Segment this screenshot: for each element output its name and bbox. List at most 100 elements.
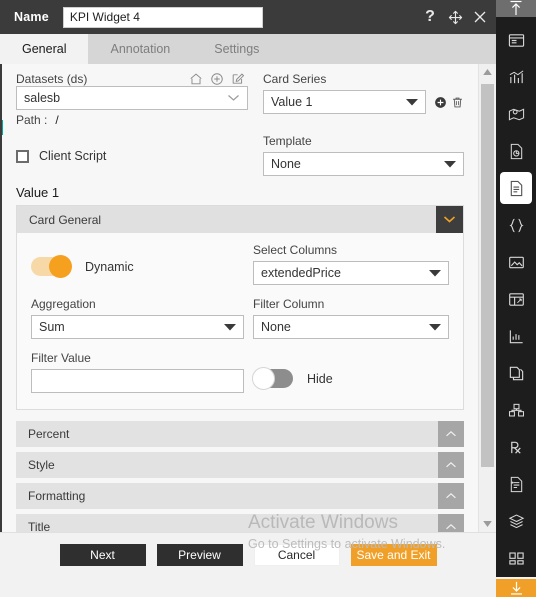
tab-settings[interactable]: Settings <box>192 34 281 64</box>
rail-item-cubes[interactable] <box>500 394 532 426</box>
rail-item-analytics[interactable] <box>500 320 532 352</box>
datasets-select[interactable]: salesb <box>16 86 248 110</box>
aggregation-label: Aggregation <box>31 297 96 311</box>
kpi-widget-editor: Name ? General Annotation Settings <box>0 0 536 597</box>
right-icon-rail <box>496 0 536 597</box>
rail-item-image[interactable] <box>500 246 532 278</box>
tab-annotation[interactable]: Annotation <box>88 34 192 64</box>
dynamic-toggle-row[interactable]: Dynamic <box>31 255 244 278</box>
hide-toggle[interactable] <box>252 367 293 390</box>
scrollbar-thumb[interactable] <box>481 84 494 467</box>
filter-column-select[interactable]: None <box>253 315 449 339</box>
save-and-exit-button[interactable]: Save and Exit <box>350 544 437 566</box>
help-icon[interactable]: ? <box>422 8 438 26</box>
template-select[interactable]: None <box>263 152 464 176</box>
accordion-percent[interactable]: Percent <box>16 421 464 447</box>
close-icon[interactable] <box>472 8 488 26</box>
rail-item-layers[interactable] <box>500 505 532 537</box>
hide-toggle-knob <box>252 367 275 390</box>
dynamic-toggle-knob <box>49 255 72 278</box>
vertical-scrollbar[interactable] <box>478 64 496 532</box>
client-script-label: Client Script <box>39 149 107 163</box>
preview-button[interactable]: Preview <box>156 544 243 566</box>
filter-value-input[interactable] <box>31 369 244 393</box>
rail-item-table[interactable] <box>500 283 532 315</box>
rail-item-grid-blocks[interactable] <box>500 542 532 574</box>
filter-column-group: Filter Column None <box>244 297 449 339</box>
rail-item-bar-chart[interactable] <box>500 61 532 93</box>
datasets-column: Datasets (ds) salesb Path: / Client Scr… <box>16 72 248 176</box>
scrollbar-track[interactable] <box>479 80 496 516</box>
chevron-down-icon <box>224 323 236 331</box>
move-icon[interactable] <box>447 8 463 26</box>
delete-series-button[interactable] <box>451 96 464 109</box>
scroll-up-arrow[interactable] <box>483 64 492 80</box>
home-icon[interactable] <box>189 72 203 86</box>
client-script-checkbox[interactable] <box>16 149 29 163</box>
path-label: Path : <box>16 113 48 127</box>
rail-item-document-lines[interactable] <box>500 172 532 204</box>
dynamic-group: Dynamic <box>31 243 244 285</box>
card-series-select[interactable]: Value 1 <box>263 90 426 114</box>
chevron-down-icon <box>429 323 441 331</box>
map-pin-icon <box>508 106 525 123</box>
next-button[interactable]: Next <box>59 544 146 566</box>
card-general-header[interactable]: Card General <box>17 206 463 233</box>
rail-item-window-layout[interactable] <box>500 24 532 56</box>
edit-icon[interactable] <box>231 72 245 86</box>
datasets-select-value: salesb <box>24 91 61 105</box>
filter-value-group: Filter Value <box>31 351 244 393</box>
filter-value-label: Filter Value <box>31 351 91 365</box>
grid-blocks-icon <box>508 550 525 567</box>
chevron-down-icon <box>227 94 240 103</box>
filter-column-value: None <box>261 320 291 334</box>
editor-panel: Name ? General Annotation Settings <box>0 0 497 577</box>
rail-item-document-chart[interactable] <box>500 135 532 167</box>
chevron-up-icon[interactable] <box>438 452 464 478</box>
scroll-down-arrow[interactable] <box>483 516 492 532</box>
card-general-body: Dynamic Select Columns extendedPrice Agg… <box>17 233 463 409</box>
code-braces-icon <box>508 217 525 234</box>
accordion-style[interactable]: Style <box>16 452 464 478</box>
select-columns-group: Select Columns extendedPrice <box>244 243 449 285</box>
bar-chart-icon <box>508 69 525 86</box>
hide-label: Hide <box>307 371 333 386</box>
widget-name-input[interactable] <box>62 6 263 28</box>
rail-item-code[interactable] <box>500 209 532 241</box>
add-circle-icon[interactable] <box>210 72 224 86</box>
row-aggregation-filtercolumn: Aggregation Sum Filter Column None <box>31 297 449 339</box>
rail-item-copy-page[interactable] <box>500 357 532 389</box>
table-icon <box>508 291 525 308</box>
tab-bar: General Annotation Settings <box>0 34 496 64</box>
chevron-up-icon[interactable] <box>438 483 464 509</box>
accordion-formatting-label: Formatting <box>28 489 86 503</box>
row-dynamic-columns: Dynamic Select Columns extendedPrice <box>31 243 449 285</box>
cancel-button[interactable]: Cancel <box>253 544 340 566</box>
chevron-up-icon[interactable] <box>438 514 464 532</box>
accordion-title[interactable]: Title <box>16 514 464 532</box>
client-script-row[interactable]: Client Script <box>16 149 248 163</box>
hide-toggle-row[interactable]: Hide <box>252 367 449 390</box>
document-lines-icon <box>508 180 525 197</box>
analytics-icon <box>508 328 525 345</box>
rail-download-button[interactable] <box>496 579 536 597</box>
add-series-button[interactable] <box>434 96 447 109</box>
rail-item-prescription[interactable] <box>500 431 532 463</box>
dynamic-toggle[interactable] <box>31 255 72 278</box>
tab-general[interactable]: General <box>0 34 89 64</box>
rail-item-map[interactable] <box>500 98 532 130</box>
aggregation-select[interactable]: Sum <box>31 315 244 339</box>
chevron-up-icon[interactable] <box>438 421 464 447</box>
card-series-label: Card Series <box>263 72 327 86</box>
chevron-down-icon[interactable] <box>436 206 463 233</box>
rail-collapse-button[interactable] <box>496 0 536 17</box>
title-bar: Name ? <box>0 0 496 34</box>
document-chart-icon <box>508 143 525 160</box>
template-group: Template None <box>263 134 464 176</box>
footer-bar: Next Preview Cancel Save and Exit <box>0 532 496 577</box>
rail-item-document-list[interactable] <box>500 468 532 500</box>
card-series-row: Value 1 <box>263 90 464 114</box>
accordion-formatting[interactable]: Formatting <box>16 483 464 509</box>
chevron-down-icon <box>406 98 418 106</box>
select-columns-select[interactable]: extendedPrice <box>253 261 449 285</box>
